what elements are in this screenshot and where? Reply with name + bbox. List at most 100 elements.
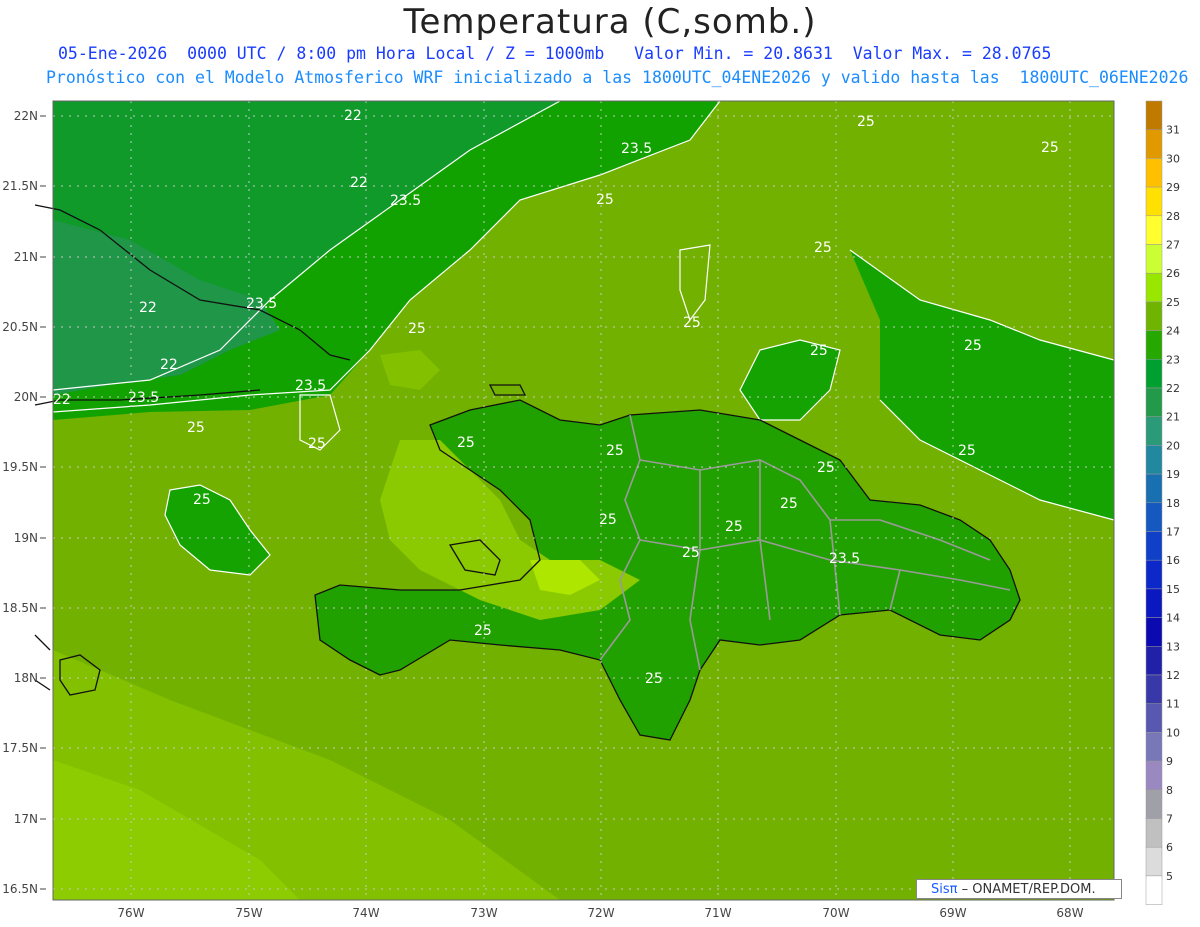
colorbar-label: 27: [1166, 239, 1180, 252]
colorbar-swatch: [1145, 100, 1163, 130]
colorbar-swatch: [1145, 272, 1163, 303]
contour-label: 25: [474, 623, 492, 639]
colorbar-label: 17: [1166, 526, 1180, 539]
lon-label: 69W: [939, 906, 966, 920]
colorbar-swatch: [1145, 502, 1163, 532]
colorbar-label: 30: [1166, 152, 1180, 165]
contour-label: 23.5: [621, 141, 652, 157]
contour-label: 25: [683, 315, 701, 331]
lat-label: 18N: [14, 671, 38, 685]
colorbar-swatch: [1145, 818, 1163, 848]
lon-label: 72W: [587, 906, 614, 920]
colorbar-label: 25: [1166, 296, 1180, 309]
colorbar-label: 26: [1166, 267, 1180, 280]
valid-time-line: 05-Ene-2026 0000 UTC / 8:00 pm Hora Loca…: [58, 44, 1052, 63]
credit-box: Sisπ – ONAMET/REP.DOM.: [916, 879, 1122, 899]
colorbar-swatch: [1145, 215, 1163, 245]
longitude-labels: 76W 75W 74W 73W 72W 71W 70W 69W 68W: [117, 906, 1083, 920]
contour-label: 25: [1041, 140, 1059, 156]
colorbar-swatch: [1145, 703, 1163, 733]
contour-label: 23.5: [246, 296, 277, 312]
lat-label: 19N: [14, 531, 38, 545]
contour-label: 25: [308, 436, 326, 452]
lat-label: 19.5N: [2, 460, 38, 474]
contour-label: 22: [350, 175, 368, 191]
contour-label: 22: [53, 392, 71, 408]
colorbar-label: 15: [1166, 583, 1180, 596]
colorbar-swatch: [1145, 387, 1163, 417]
latitude-ticks: [40, 115, 46, 890]
lat-label: 16.5N: [2, 882, 38, 896]
colorbar-label: 13: [1166, 640, 1180, 653]
colorbar-swatch: [1145, 531, 1163, 561]
lat-label: 17.5N: [2, 741, 38, 755]
colorbar-swatch: [1145, 559, 1163, 590]
contour-label: 25: [606, 443, 624, 459]
colorbar-swatch: [1145, 244, 1163, 274]
colorbar-label: 21: [1166, 411, 1180, 424]
colorbar-label: 10: [1166, 726, 1180, 739]
lat-label: 20N: [14, 390, 38, 404]
colorbar-label: 9: [1166, 755, 1173, 768]
contour-label: 25: [457, 435, 475, 451]
colorbar-swatch: [1145, 760, 1163, 791]
contour-label: 23.5: [390, 193, 421, 209]
contour-label: 25: [645, 671, 663, 687]
colorbar-swatch: [1145, 330, 1163, 360]
latitude-labels: 22N 21.5N 21N 20.5N 20N 19.5N 19N 18.5N …: [2, 109, 38, 896]
contour-label: 25: [817, 460, 835, 476]
lon-label: 75W: [235, 906, 262, 920]
colorbar-label: 29: [1166, 181, 1180, 194]
lon-label: 76W: [117, 906, 144, 920]
colorbar-label: 31: [1166, 124, 1180, 137]
colorbar-swatch: [1145, 186, 1163, 217]
colorbar-label: 14: [1166, 612, 1180, 625]
lat-label: 21N: [14, 250, 38, 264]
contour-label: 23.5: [128, 390, 159, 406]
colorbar-label: 7: [1166, 813, 1173, 826]
colorbar-label: 12: [1166, 669, 1180, 682]
credit-text: – ONAMET/REP.DOM.: [961, 882, 1096, 897]
sis-logo-text: Sisπ: [931, 882, 958, 897]
colorbar-label: 18: [1166, 497, 1180, 510]
temperature-map: 22 22 22 22 22 23.5 23.5 23.5 23.5 23.5 …: [2, 100, 1180, 920]
lon-label: 73W: [470, 906, 497, 920]
colorbar-swatch: [1145, 646, 1163, 676]
contour-label: 23.5: [295, 378, 326, 394]
contour-label: 25: [408, 321, 426, 337]
colorbar-label: 23: [1166, 353, 1180, 366]
contour-label: 25: [857, 114, 875, 130]
lat-label: 17N: [14, 812, 38, 826]
contour-label: 25: [964, 338, 982, 354]
colorbar-swatch: [1145, 617, 1163, 647]
colorbar-swatch: [1145, 158, 1163, 188]
lon-label: 70W: [822, 906, 849, 920]
colorbar-swatch: [1145, 789, 1163, 819]
colorbar-label: 16: [1166, 554, 1180, 567]
contour-label: 25: [814, 240, 832, 256]
contour-label: 25: [780, 496, 798, 512]
contour-label: 25: [810, 343, 828, 359]
lat-label: 18.5N: [2, 601, 38, 615]
colorbar-swatch: [1145, 359, 1163, 389]
colorbar-label: 20: [1166, 439, 1180, 452]
contour-label: 25: [193, 492, 211, 508]
contour-label: 23.5: [829, 551, 860, 567]
colorbar-label: 5: [1166, 870, 1173, 883]
lat-label: 21.5N: [2, 179, 38, 193]
colorbar: 31 30 29 28 27 26 25 24 23 22 21 20 19 18 17 16 15 14 13 12…: [1145, 100, 1180, 905]
colorbar-swatch: [1145, 473, 1163, 504]
contour-label: 25: [599, 512, 617, 528]
colorbar-swatch: [1145, 445, 1163, 475]
contour-label: 25: [958, 443, 976, 459]
colorbar-swatch: [1145, 674, 1163, 704]
contour-label: 22: [344, 108, 362, 124]
colorbar-label: 8: [1166, 784, 1173, 797]
colorbar-label: 11: [1166, 698, 1180, 711]
map-title: Temperatura (C,somb.): [403, 2, 817, 42]
contour-label: 25: [596, 192, 614, 208]
contour-label: 22: [160, 357, 178, 373]
colorbar-swatch: [1145, 416, 1163, 446]
colorbar-swatch: [1145, 875, 1163, 905]
colorbar-label: 19: [1166, 468, 1180, 481]
